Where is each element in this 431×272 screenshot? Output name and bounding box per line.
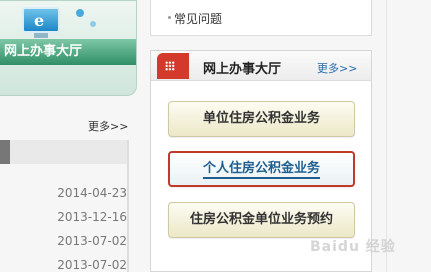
news-date: 2013-12-16 — [57, 210, 127, 224]
button-label: 单位住房公积金业务 — [202, 111, 320, 126]
bullet-icon — [168, 16, 171, 19]
banner-title: 网上办事大厅 — [0, 39, 136, 65]
news-date: 2013-07-02 — [57, 234, 127, 248]
news-more-link[interactable]: 更多>> — [88, 118, 128, 134]
list-tab-marker — [0, 140, 10, 164]
ie-monitor-icon: e — [22, 7, 60, 33]
button-label: 个人住房公积金业务 — [202, 161, 320, 179]
news-date: 2013-07-02 — [57, 258, 127, 272]
unit-housing-fund-button[interactable]: 单位住房公积金业务 — [168, 101, 355, 137]
decor-bubble — [90, 21, 96, 27]
button-label: 住房公积金单位业务预约 — [189, 212, 333, 227]
monitor-stand — [34, 33, 48, 38]
news-list-header — [10, 140, 127, 164]
right-margin — [386, 0, 431, 272]
online-hall-banner[interactable]: e 网上办事大厅 — [0, 0, 137, 96]
decor-bubble — [76, 9, 84, 17]
unit-appointment-button[interactable]: 住房公积金单位业务预约 — [168, 202, 355, 238]
personal-housing-fund-button[interactable]: 个人住房公积金业务 — [168, 151, 355, 187]
divider — [127, 140, 129, 272]
grid-icon — [157, 53, 189, 79]
hall-more-link[interactable]: 更多>> — [317, 60, 357, 76]
baidu-watermark: Baidu 经验 — [310, 239, 396, 255]
news-date: 2014-04-23 — [57, 186, 127, 200]
panel-header: 网上办事大厅 更多>> — [151, 51, 371, 81]
page: e 网上办事大厅 更多>> 2014-04-23 2013-12-16 2013… — [0, 0, 431, 272]
faq-link[interactable]: 常见问题 — [174, 10, 222, 27]
panel-title: 网上办事大厅 — [203, 62, 282, 77]
